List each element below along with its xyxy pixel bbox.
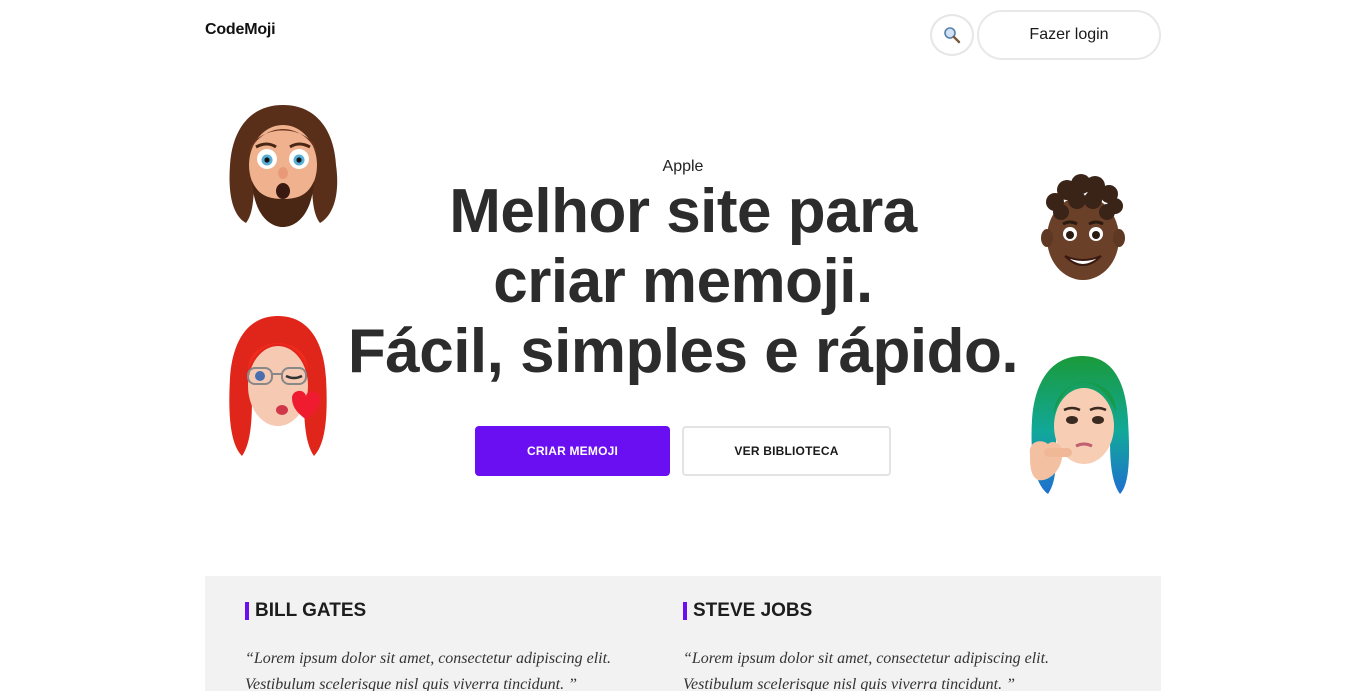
view-library-button[interactable]: VER BIBLIOTECA <box>682 426 891 476</box>
bearded-long-hair-memoji <box>229 105 338 227</box>
search-icon <box>944 27 961 44</box>
login-button[interactable]: Fazer login <box>977 10 1161 60</box>
testimonial-quote: “Lorem ipsum dolor sit amet, consectetur… <box>245 650 612 691</box>
accent-bar <box>683 602 687 620</box>
red-hair-glasses-memoji <box>229 316 327 456</box>
headline-line-2: criar memoji. <box>493 247 873 316</box>
accent-bar <box>245 602 249 620</box>
testimonial-name: BILL GATES <box>245 600 366 622</box>
testimonials-section: BILL GATES “Lorem ipsum dolor sit amet, … <box>205 576 1161 691</box>
testimonial-name-text: BILL GATES <box>255 600 367 621</box>
search-button[interactable] <box>930 14 974 56</box>
testimonial-name: STEVE JOBS <box>683 600 812 622</box>
testimonial-name-text: STEVE JOBS <box>693 600 813 621</box>
testimonial-quote: “Lorem ipsum dolor sit amet, consectetur… <box>683 650 1050 691</box>
create-memoji-button[interactable]: CRIAR MEMOJI <box>475 426 670 476</box>
curly-hair-memoji <box>1041 174 1125 280</box>
hero-eyebrow: Apple <box>662 158 704 175</box>
site-logo[interactable]: CodeMoji <box>205 21 276 39</box>
green-blue-hair-memoji <box>1029 356 1130 494</box>
